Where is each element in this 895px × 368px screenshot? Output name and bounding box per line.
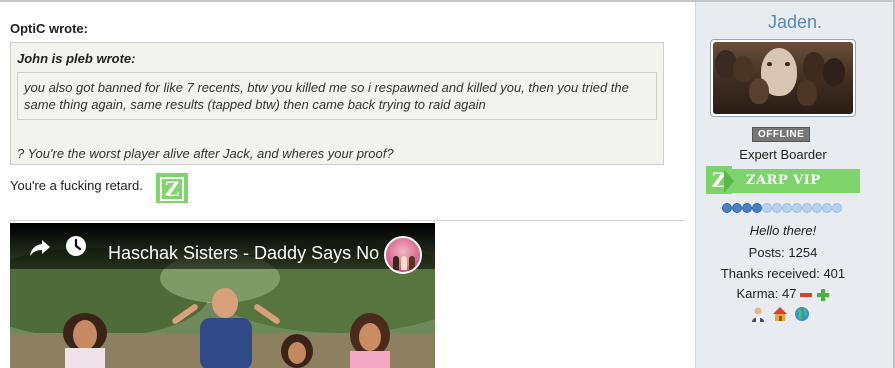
- reputation-dot-filled: [732, 203, 742, 213]
- post-body-text: You're a fucking retard.: [10, 178, 143, 193]
- reputation-dot-empty: [762, 203, 772, 213]
- reputation-dot-empty: [832, 203, 842, 213]
- embedded-video[interactable]: Haschak Sisters - Daddy Says No: [10, 223, 435, 368]
- post-separator: [10, 220, 685, 221]
- reputation-dot-empty: [822, 203, 832, 213]
- zarp-emoji-icon: Z: [156, 173, 188, 203]
- reputation-dot-empty: [792, 203, 802, 213]
- post-content: OptiC wrote: John is pleb wrote: you als…: [0, 2, 695, 368]
- home-icon[interactable]: [772, 306, 788, 322]
- vip-rank-banner: Z ZARP VIP: [706, 166, 860, 194]
- outer-quote-box: John is pleb wrote: you also got banned …: [10, 42, 664, 165]
- status-badge: OFFLINE: [752, 127, 811, 142]
- user-title: Expert Boarder: [739, 147, 827, 162]
- channel-avatar[interactable]: [384, 236, 422, 274]
- user-icon[interactable]: [750, 306, 766, 322]
- watch-later-clock-icon[interactable]: [64, 234, 88, 258]
- reputation-dot-empty: [802, 203, 812, 213]
- post-count: Posts: 1254: [748, 245, 818, 260]
- vip-notch: [724, 169, 734, 193]
- user-motto: Hello there!: [749, 223, 817, 238]
- inner-quote-author: John is pleb wrote:: [17, 51, 136, 66]
- reputation-dot-filled: [742, 203, 752, 213]
- karma-plus-icon[interactable]: [817, 288, 830, 301]
- share-arrow-icon[interactable]: [28, 235, 52, 259]
- reputation-dot-empty: [812, 203, 822, 213]
- inner-quote-text: you also got banned for like 7 recents, …: [24, 80, 629, 112]
- username-link[interactable]: Jaden.: [696, 12, 894, 33]
- zarp-emoji-letter: Z: [160, 177, 184, 201]
- karma-row: Karma: 47: [696, 286, 870, 301]
- video-title[interactable]: Haschak Sisters - Daddy Says No: [108, 243, 379, 264]
- karma-minus-icon[interactable]: [800, 292, 813, 297]
- avatar-image: [713, 42, 853, 114]
- outer-quote-author: OptiC wrote:: [10, 21, 88, 36]
- profile-links: [750, 306, 810, 322]
- reputation-dot-filled: [752, 203, 762, 213]
- karma-value: Karma: 47: [736, 286, 797, 301]
- vip-label: ZARP VIP: [746, 173, 821, 188]
- user-sidebar: Jaden. OFFLINE Expert Boarder Z ZARP VIP…: [695, 2, 893, 368]
- inner-quote-box: you also got banned for like 7 recents, …: [17, 72, 657, 120]
- reputation-meter: [722, 203, 842, 213]
- reputation-dot-empty: [772, 203, 782, 213]
- thanks-count: Thanks received: 401: [720, 266, 846, 281]
- globe-icon[interactable]: [794, 306, 810, 322]
- avatar[interactable]: [710, 39, 856, 117]
- reputation-dot-empty: [782, 203, 792, 213]
- reputation-dot-filled: [722, 203, 732, 213]
- outer-quote-reply: ? You're the worst player alive after Ja…: [17, 146, 394, 161]
